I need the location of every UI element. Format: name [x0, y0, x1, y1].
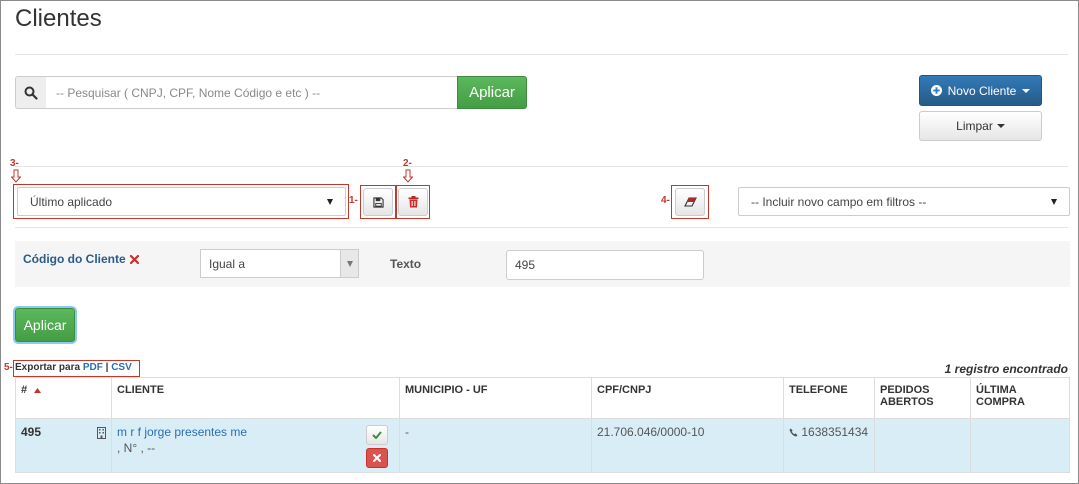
filter-text-label: Texto [390, 257, 422, 271]
client-name-link[interactable]: m r f jorge presentes me [117, 425, 394, 439]
search-icon [24, 86, 38, 100]
column-header-municipio[interactable]: MUNICIPIO - UF [399, 377, 592, 419]
new-client-button[interactable]: Novo Cliente [919, 75, 1042, 106]
cell-cliente: m r f jorge presentes me , N° , -- [111, 418, 400, 473]
table-row[interactable]: 495 m r f jorge presentes me , N° , -- -… [15, 418, 1070, 473]
column-header-telefone[interactable]: TELEFONE [783, 377, 875, 419]
floppy-disk-icon [372, 196, 384, 208]
records-count: 1 registro encontrado [944, 362, 1068, 376]
cell-pedidos [874, 418, 971, 473]
divider [15, 227, 1068, 228]
filter-operator-value: Igual a [209, 256, 246, 271]
search-input[interactable] [46, 76, 458, 109]
export-links: Exportar para PDF | CSV [15, 362, 132, 373]
client-phone: 1638351434 [801, 425, 869, 439]
annotation-arrow-icon [11, 169, 21, 183]
plus-circle-icon [930, 85, 942, 96]
filter-field-label: Código do Cliente [23, 252, 139, 266]
annotation-4-label: 4- [661, 195, 670, 206]
annotation-1-label: 1- [349, 195, 358, 206]
saved-filter-value: Último aplicado [30, 194, 113, 209]
remove-filter-icon[interactable] [129, 254, 139, 264]
add-filter-field-value: -- Incluir novo campo em filtros -- [751, 194, 927, 209]
saved-filter-select[interactable]: Último aplicado [17, 187, 346, 216]
client-address: , N° , -- [117, 441, 156, 455]
cell-cpf-cnpj: 21.706.046/0000-10 [591, 418, 784, 473]
dropdown-arrow-icon [340, 250, 358, 277]
column-header-cliente[interactable]: CLIENTE [111, 377, 400, 419]
annotation-3-label: 3- [10, 158, 19, 169]
building-icon [97, 427, 106, 439]
eraser-icon [683, 197, 697, 207]
filter-value-input[interactable] [506, 250, 704, 280]
save-filter-button[interactable] [363, 188, 393, 216]
filter-field-name: Código do Cliente [23, 252, 126, 266]
cell-municipio: - [399, 418, 592, 473]
column-header-cpf-cnpj[interactable]: CPF/CNPJ [591, 377, 784, 419]
cell-telefone: 1638351434 [783, 418, 875, 473]
check-icon [372, 431, 382, 439]
search-icon-addon [15, 76, 47, 109]
page-title: Clientes [15, 5, 102, 32]
annotation-arrow-icon [403, 169, 413, 183]
column-header-ultima-compra[interactable]: ÚLTIMA COMPRA [970, 377, 1070, 419]
cell-id: 495 [15, 418, 112, 473]
cell-ultima-compra [970, 418, 1070, 473]
apply-filters-button[interactable]: Aplicar [15, 308, 75, 342]
divider [15, 54, 1068, 55]
caret-down-icon [996, 124, 1005, 128]
sort-asc-icon [34, 387, 42, 393]
phone-icon [789, 428, 798, 437]
column-header-id[interactable]: # [15, 377, 112, 419]
add-filter-field-select[interactable]: -- Incluir novo campo em filtros -- [738, 187, 1070, 216]
annotation-2-label: 2- [403, 158, 412, 169]
dropdown-arrow-icon [327, 198, 333, 205]
new-client-label: Novo Cliente [947, 83, 1017, 98]
client-id: 495 [21, 425, 42, 439]
export-pdf-link[interactable]: PDF [83, 362, 103, 373]
clear-filters-button[interactable] [675, 188, 705, 216]
delete-filter-button[interactable] [398, 188, 428, 216]
export-csv-link[interactable]: CSV [111, 362, 132, 373]
clear-button[interactable]: Limpar [919, 111, 1042, 141]
confirm-button[interactable] [366, 425, 388, 445]
export-separator: | [105, 362, 109, 373]
clear-label: Limpar [956, 119, 993, 133]
dropdown-arrow-icon [1051, 198, 1057, 205]
divider [15, 166, 1068, 167]
filter-operator-select[interactable]: Igual a [200, 249, 359, 278]
column-header-label: # [21, 384, 28, 396]
table-header-row: # CLIENTE MUNICIPIO - UF CPF/CNPJ TELEFO… [15, 377, 1070, 419]
reject-button[interactable] [366, 448, 388, 468]
column-header-pedidos[interactable]: PEDIDOS ABERTOS [874, 377, 971, 419]
caret-down-icon [1022, 88, 1031, 93]
clients-table: # CLIENTE MUNICIPIO - UF CPF/CNPJ TELEFO… [15, 377, 1070, 473]
search-apply-button[interactable]: Aplicar [457, 76, 527, 109]
close-icon [373, 454, 381, 462]
annotation-5-label: 5- [4, 362, 13, 373]
export-prefix: Exportar para [15, 362, 81, 373]
trash-icon [408, 196, 418, 208]
